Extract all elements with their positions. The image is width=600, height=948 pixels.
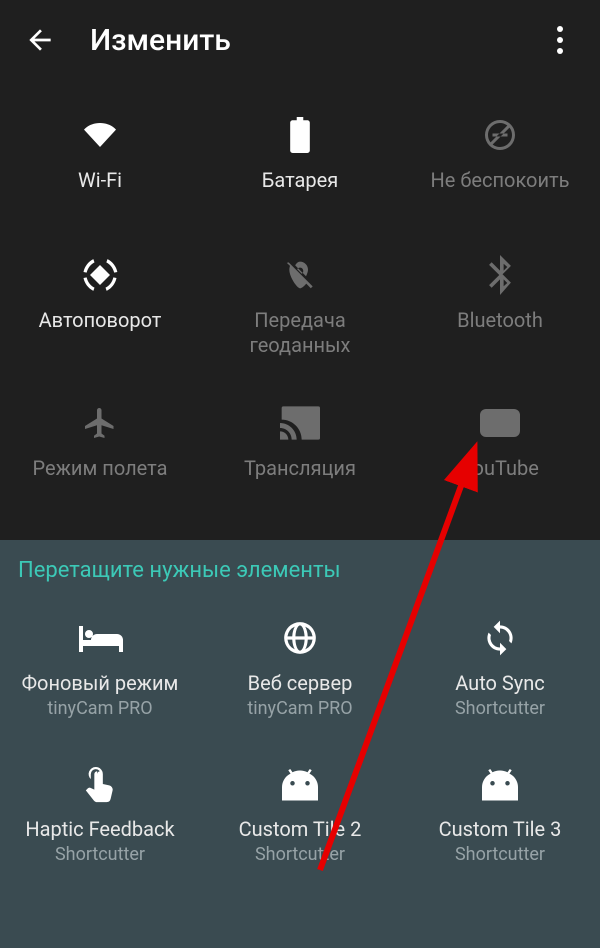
wifi-icon <box>80 110 120 160</box>
tile-sublabel: Shortcutter <box>455 844 545 865</box>
sync-icon <box>481 613 519 663</box>
tile-label: Haptic Feedback <box>25 817 174 842</box>
tile-custom-3[interactable]: Custom Tile 3 Shortcutter <box>400 739 600 885</box>
tile-sublabel: Shortcutter <box>55 844 145 865</box>
tile-label: Режим полета <box>33 456 168 481</box>
tile-web-server[interactable]: Веб сервер tinyCam PRO <box>200 593 400 739</box>
drag-area: Перетащите нужные элементы Фоновый режим… <box>0 540 600 948</box>
tile-haptic[interactable]: Haptic Feedback Shortcutter <box>0 739 200 885</box>
tile-label: YouTube <box>461 456 539 481</box>
tile-sublabel: Shortcutter <box>455 698 545 719</box>
bluetooth-icon <box>487 250 513 300</box>
rotate-icon <box>80 250 120 300</box>
tile-label: Не беспокоить <box>431 168 570 193</box>
dot-icon <box>557 26 563 32</box>
globe-icon <box>281 613 319 663</box>
dot-icon <box>557 37 563 43</box>
touch-icon <box>83 759 117 809</box>
back-button[interactable] <box>20 20 60 60</box>
android-icon <box>282 759 318 809</box>
tile-airplane[interactable]: Режим полета <box>0 378 200 518</box>
tile-label: Custom Tile 2 <box>239 817 362 842</box>
bed-icon <box>77 613 123 663</box>
dnd-icon <box>482 110 518 160</box>
tile-rotate[interactable]: Автоповорот <box>0 230 200 378</box>
tile-bg-mode[interactable]: Фоновый режим tinyCam PRO <box>0 593 200 739</box>
tile-label: Батарея <box>262 168 338 193</box>
tile-cast[interactable]: Трансляция <box>200 378 400 518</box>
tile-label: Custom Tile 3 <box>439 817 562 842</box>
tile-label: Трансляция <box>244 456 356 481</box>
tile-label: Wi-Fi <box>78 168 122 193</box>
tile-label: Фоновый режим <box>22 671 179 696</box>
tile-sublabel: tinyCam PRO <box>247 698 352 719</box>
tile-wifi[interactable]: Wi-Fi <box>0 90 200 230</box>
youtube-icon <box>480 398 520 448</box>
active-tiles: Wi-Fi Батарея Не беспокоить Автоповорот <box>0 80 600 518</box>
airplane-icon <box>82 398 118 448</box>
page-title: Изменить <box>90 23 231 58</box>
dot-icon <box>557 48 563 54</box>
tile-label: Автоповорот <box>39 308 162 333</box>
tile-label: Bluetooth <box>457 308 543 333</box>
tile-youtube[interactable]: YouTube <box>400 378 600 518</box>
header: Изменить <box>0 0 600 80</box>
tile-location[interactable]: Передача геоданных <box>200 230 400 378</box>
tile-sublabel: Shortcutter <box>255 844 345 865</box>
tile-battery[interactable]: Батарея <box>200 90 400 230</box>
location-off-icon <box>284 250 316 300</box>
more-button[interactable] <box>540 20 580 60</box>
screen: Изменить Wi-Fi Батарея <box>0 0 600 948</box>
tile-label: Веб сервер <box>248 671 353 696</box>
tile-dnd[interactable]: Не беспокоить <box>400 90 600 230</box>
tile-custom-2[interactable]: Custom Tile 2 Shortcutter <box>200 739 400 885</box>
tile-label: Auto Sync <box>455 671 545 696</box>
tile-auto-sync[interactable]: Auto Sync Shortcutter <box>400 593 600 739</box>
tile-label: Передача геоданных <box>205 308 395 358</box>
android-icon <box>482 759 518 809</box>
tile-sublabel: tinyCam PRO <box>47 698 152 719</box>
battery-icon <box>290 110 310 160</box>
cast-icon <box>280 398 320 448</box>
drag-title: Перетащите нужные элементы <box>0 558 600 593</box>
tile-bluetooth[interactable]: Bluetooth <box>400 230 600 378</box>
